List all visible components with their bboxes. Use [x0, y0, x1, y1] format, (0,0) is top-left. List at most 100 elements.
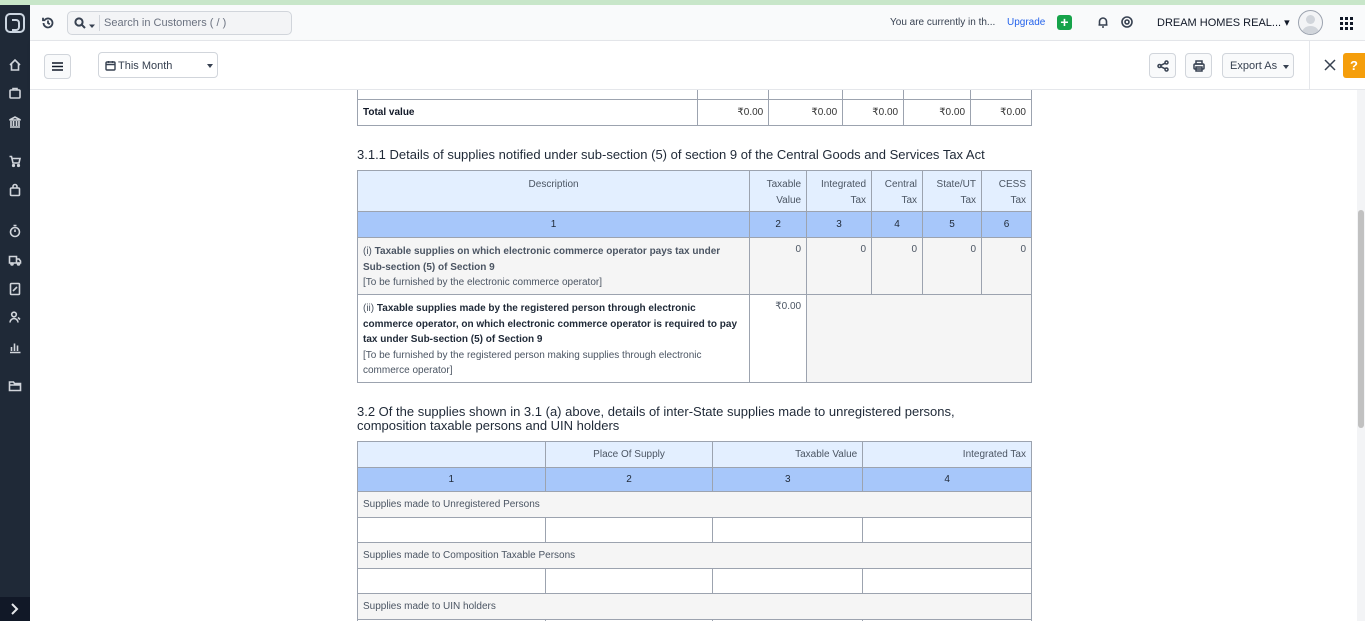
bell-icon[interactable]: [1096, 15, 1110, 29]
date-range-select[interactable]: This Month: [98, 52, 218, 78]
group-row: Supplies made to UIN holders: [357, 593, 1032, 620]
toolbar-divider: [1309, 41, 1310, 89]
cess-cell: 0: [981, 237, 1032, 295]
chevron-down-icon[interactable]: [89, 20, 95, 28]
row-description: (ii) Taxable supplies made by the regist…: [356, 294, 751, 383]
row-prefix: (ii): [363, 303, 377, 314]
column-number: 4: [862, 467, 1032, 492]
table-header-row: Description Taxable Value Integrated Tax C…: [356, 170, 1032, 212]
avatar[interactable]: [1298, 10, 1323, 35]
outward-supplies-table: Total value ₹0.00 ₹0.00 ₹0.00 ₹0.00 ₹0.0…: [356, 90, 1032, 126]
top-header: You are currently in th... Upgrade + DRE…: [30, 5, 1365, 41]
search-input[interactable]: [104, 14, 284, 32]
recent-history-icon[interactable]: [41, 16, 55, 30]
row-note: [To be furnished by the electronic comme…: [363, 277, 603, 288]
table-row: (ii) Taxable supplies made by the regist…: [356, 294, 1032, 383]
total-state-tax: ₹0.00: [903, 99, 972, 126]
eway-bill-truck-icon[interactable]: [8, 253, 22, 267]
purchases-bag-icon[interactable]: [8, 183, 22, 197]
table-row: (i) Taxable supplies on which electronic…: [356, 237, 1032, 295]
interstate-supplies-table: Place Of Supply Taxable Value Integrated…: [357, 441, 1032, 621]
section-32-title: 3.2 Of the supplies shown in 3.1 (a) abo…: [357, 405, 955, 433]
col-integrated-tax: Integrated Tax: [806, 170, 873, 212]
documents-folder-icon[interactable]: [8, 379, 22, 393]
taxable-value-cell: ₹0.00: [749, 294, 808, 383]
total-cess: ₹0.00: [970, 99, 1032, 126]
sales-cart-icon[interactable]: [8, 154, 22, 168]
table-row: [357, 517, 1032, 543]
column-number: 4: [871, 211, 924, 238]
col-header-text: State/UT: [936, 179, 976, 190]
share-icon: [1157, 60, 1169, 72]
calendar-icon: [105, 60, 116, 71]
time-tracking-icon[interactable]: [8, 224, 22, 238]
column-number: 5: [922, 211, 982, 238]
search-icon[interactable]: [74, 17, 86, 29]
quick-create-button[interactable]: +: [1057, 15, 1072, 30]
scrollbar-thumb[interactable]: [1358, 210, 1364, 428]
state-tax-cell: 0: [922, 237, 982, 295]
col-header-text: Description: [528, 179, 579, 190]
accountant-icon[interactable]: [8, 282, 22, 296]
gear-icon[interactable]: [1120, 15, 1134, 29]
banking-icon[interactable]: [8, 115, 22, 129]
col-header-text: Tax: [850, 195, 867, 206]
total-value-row: Total value ₹0.00 ₹0.00 ₹0.00 ₹0.00 ₹0.0…: [356, 99, 1032, 126]
help-button[interactable]: ?: [1343, 53, 1365, 78]
taxable-value-cell: 0: [749, 237, 808, 295]
items-icon[interactable]: [8, 86, 22, 100]
col-header-text: Central: [884, 179, 918, 190]
chevron-right-icon: [11, 603, 19, 615]
home-icon[interactable]: [8, 58, 22, 72]
printer-icon: [1193, 60, 1205, 72]
col-header-text: Tax: [901, 195, 918, 206]
row-note: [To be furnished by the registered perso…: [363, 349, 702, 377]
sidebar-toggle-button[interactable]: [44, 54, 71, 79]
table-header-row: Place Of Supply Taxable Value Integrated…: [357, 441, 1032, 468]
total-central-tax: ₹0.00: [842, 99, 905, 126]
print-button[interactable]: [1185, 53, 1212, 78]
app-logo-icon[interactable]: [5, 13, 25, 33]
col-taxable-value: Taxable Value: [749, 170, 808, 212]
integrated-tax-cell: 0: [806, 237, 873, 295]
share-button[interactable]: [1149, 53, 1176, 78]
row-title: Taxable supplies on which electronic com…: [363, 246, 721, 273]
org-switcher[interactable]: DREAM HOMES REAL... ▾: [1157, 16, 1290, 29]
date-range-value: This Month: [118, 60, 173, 72]
col-integrated-tax: Integrated Tax: [862, 441, 1032, 468]
caret-down-icon: [207, 64, 213, 68]
users-icon[interactable]: [8, 310, 22, 324]
expand-nav-button[interactable]: [0, 597, 30, 621]
total-integrated-tax: ₹0.00: [768, 99, 844, 126]
col-header-text: CESS: [998, 179, 1026, 190]
close-icon[interactable]: [1324, 59, 1336, 71]
column-number: 1: [356, 211, 751, 238]
group-label: Supplies made to Unregistered Persons: [357, 491, 1032, 518]
row-description: (i) Taxable supplies on which electronic…: [356, 237, 751, 295]
left-nav: [0, 5, 30, 621]
col-description: Description: [356, 170, 751, 212]
upgrade-link[interactable]: Upgrade: [1007, 17, 1045, 28]
col-central-tax: Central Tax: [871, 170, 924, 212]
app-grid-icon[interactable]: [1340, 17, 1353, 30]
column-number-row: 1 2 3 4 5 6: [356, 211, 1032, 238]
column-number: 2: [749, 211, 808, 238]
row-title: Taxable supplies made by the registered …: [363, 303, 738, 345]
content-scrollbar[interactable]: [1357, 90, 1365, 621]
column-number: 6: [981, 211, 1032, 238]
total-value-label: Total value: [356, 99, 699, 126]
column-number-row: 1 2 3 4: [357, 467, 1032, 492]
total-taxable-value: ₹0.00: [697, 99, 770, 126]
export-as-button[interactable]: Export As: [1222, 53, 1294, 78]
reports-icon[interactable]: [8, 340, 22, 354]
table-row: [356, 90, 1032, 100]
column-number: 1: [357, 467, 546, 492]
column-number: 3: [806, 211, 873, 238]
group-label: Supplies made to Composition Taxable Per…: [357, 542, 1032, 569]
group-row: Supplies made to Unregistered Persons: [357, 491, 1032, 518]
search-box[interactable]: [67, 11, 292, 35]
ecommerce-supplies-table: Description Taxable Value Integrated Tax C…: [356, 170, 1032, 383]
export-as-label: Export As: [1230, 60, 1278, 72]
col-cess-tax: CESS Tax: [981, 170, 1032, 212]
table-row: [357, 568, 1032, 594]
